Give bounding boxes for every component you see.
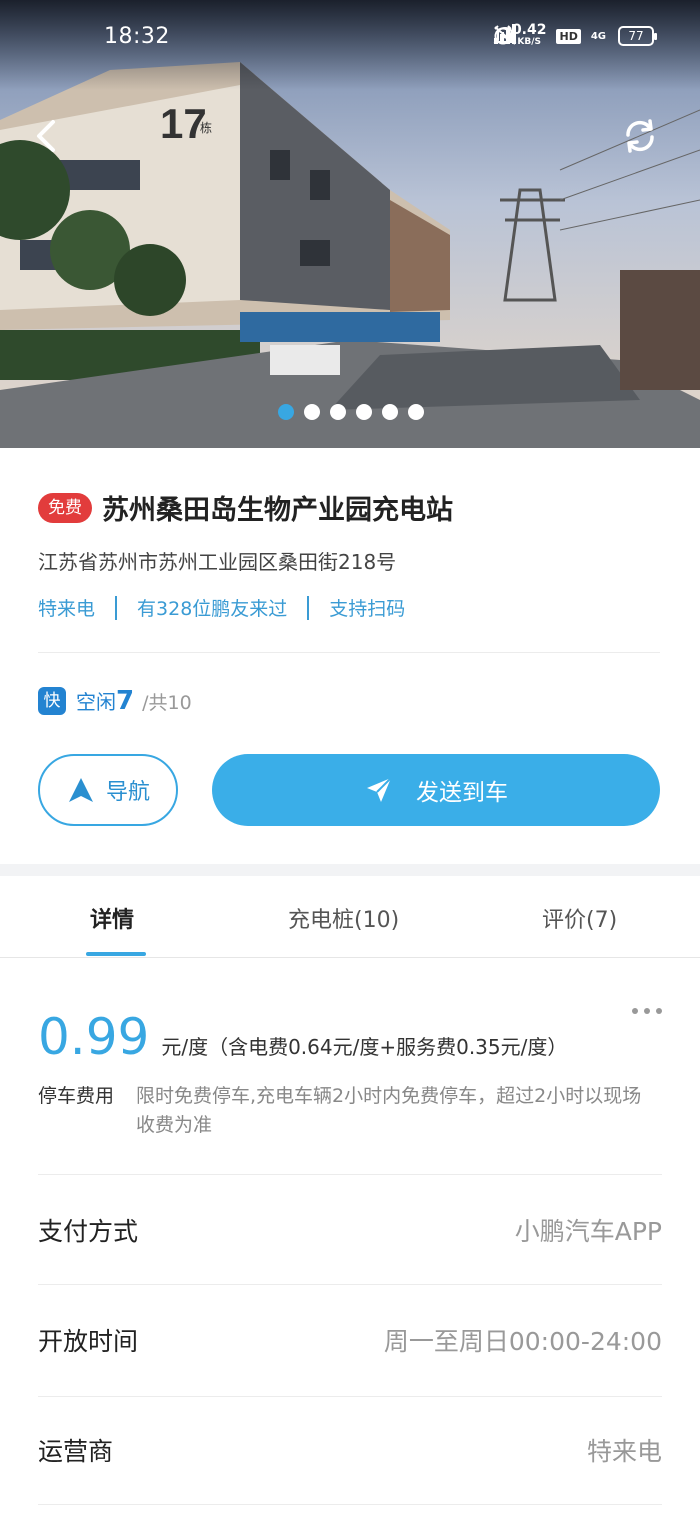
idle-label: 空闲: [76, 690, 116, 714]
tag-visitors: 有328位鹏友来过: [137, 598, 288, 620]
carousel-indicator: [278, 404, 424, 420]
operator-label: 运营商: [38, 1437, 114, 1466]
divider: [38, 1174, 662, 1175]
price-value: 0.99: [38, 1008, 150, 1066]
price-breakdown: 元/度（含电费0.64元/度+服务费0.35元/度）: [161, 1035, 568, 1059]
divider: [38, 1284, 662, 1285]
carousel-dot[interactable]: [356, 404, 372, 420]
tag-scan: 支持扫码: [329, 598, 406, 620]
battery-icon: 77: [618, 26, 657, 46]
detail-tabs: 详情 充电桩(10) 评价(7): [0, 876, 700, 958]
station-name: 苏州桑田岛生物产业园充电站: [102, 495, 453, 526]
station-address: 江苏省苏州市苏州工业园区桑田街218号: [38, 550, 397, 574]
divider: [38, 652, 660, 653]
parking-fee: 停车费用 限时免费停车,充电车辆2小时内免费停车，超过2小时以现场收费为准: [38, 1082, 658, 1140]
divider: [38, 1504, 662, 1505]
station-tags: 特来电 有328位鹏友来过 支持扫码: [38, 594, 405, 621]
hd-badge: HD: [556, 28, 581, 44]
total-count: /共10: [142, 692, 192, 714]
price-row: 0.99 元/度（含电费0.64元/度+服务费0.35元/度）: [38, 1008, 567, 1066]
charger-availability: 快 空闲 7 /共10: [38, 686, 192, 716]
navigation-arrow-icon: [68, 778, 93, 802]
carousel-dot[interactable]: [382, 404, 398, 420]
tab-chargers[interactable]: 充电桩(10): [288, 902, 399, 934]
operator-value: 特来电: [586, 1437, 662, 1466]
navigate-label: 导航: [105, 780, 150, 805]
carousel-dot[interactable]: [304, 404, 320, 420]
send-to-car-button[interactable]: 发送到车: [212, 754, 660, 826]
station-title-row: 免费 苏州桑田岛生物产业园充电站: [38, 488, 453, 527]
details-panel: 0.99 元/度（含电费0.64元/度+服务费0.35元/度） 停车费用 限时免…: [0, 958, 700, 1540]
payment-method-row: 支付方式 小鹏汽车APP: [38, 1200, 662, 1260]
active-tab-indicator: [86, 952, 146, 956]
carousel-dot[interactable]: [408, 404, 424, 420]
send-icon: [367, 777, 392, 802]
payment-method-label: 支付方式: [38, 1217, 139, 1246]
divider: [38, 1396, 662, 1397]
free-badge: 免费: [38, 492, 92, 523]
tag-operator: 特来电: [38, 598, 96, 620]
tab-reviews[interactable]: 评价(7): [542, 902, 617, 934]
fast-charge-badge: 快: [38, 687, 66, 715]
refresh-icon: [626, 119, 654, 153]
status-icons: 0.42 KB/S HD 4G 77: [492, 23, 657, 48]
more-options-icon[interactable]: [632, 1008, 662, 1014]
send-to-car-label: 发送到车: [416, 780, 508, 806]
chevron-left-icon: [37, 120, 55, 152]
tag-separator: [115, 595, 118, 620]
parking-fee-text: 限时免费停车,充电车辆2小时内免费停车，超过2小时以现场收费为准: [136, 1085, 642, 1136]
building-suffix-label: 栋: [200, 120, 212, 135]
tag-separator: [307, 595, 310, 620]
speed-unit: KB/S: [517, 37, 542, 47]
operator-row: 运营商 特来电: [38, 1420, 662, 1480]
refresh-button[interactable]: [622, 118, 666, 162]
network-type: 4G: [590, 30, 606, 42]
idle-count: 7: [116, 686, 135, 716]
tab-details[interactable]: 详情: [90, 902, 134, 934]
payment-method-value: 小鹏汽车APP: [514, 1217, 662, 1246]
status-time: 18:32: [104, 24, 170, 49]
back-button[interactable]: [34, 118, 78, 162]
parking-fee-label: 停车费用: [38, 1085, 115, 1107]
carousel-dot[interactable]: [330, 404, 346, 420]
navigate-button[interactable]: 导航: [38, 754, 178, 826]
carousel-dot[interactable]: [278, 404, 294, 420]
station-info-card: 免费 苏州桑田岛生物产业园充电站 江苏省苏州市苏州工业园区桑田街218号 特来电…: [0, 448, 700, 864]
opening-hours-row: 开放时间 周一至周日00:00-24:00: [38, 1310, 662, 1370]
opening-hours-label: 开放时间: [38, 1327, 139, 1356]
status-bar: 18:32 0.42 KB/S HD 4G 77: [0, 0, 700, 78]
opening-hours-value: 周一至周日00:00-24:00: [383, 1327, 662, 1356]
signal-icon: 4G: [493, 24, 608, 44]
station-photo-carousel[interactable]: 17 栋 18:32 0.42 KB/S HD 4G 77: [0, 0, 700, 448]
